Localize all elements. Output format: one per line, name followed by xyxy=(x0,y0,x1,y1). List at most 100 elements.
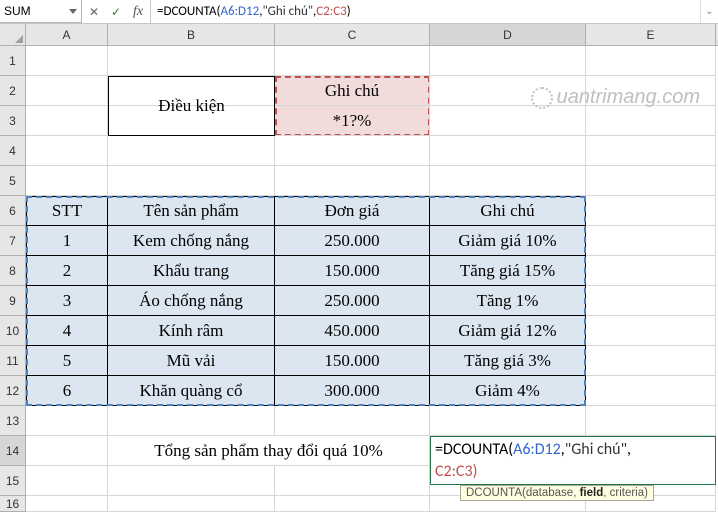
cell[interactable] xyxy=(108,136,275,166)
row-header[interactable]: 4 xyxy=(0,136,25,166)
cell[interactable] xyxy=(26,496,108,512)
table-cell[interactable]: Khẩu trang xyxy=(108,256,275,286)
table-header[interactable]: STT xyxy=(26,196,108,226)
table-cell[interactable]: 250.000 xyxy=(275,226,430,256)
cancel-icon[interactable]: ✕ xyxy=(86,4,102,20)
table-cell[interactable]: 450.000 xyxy=(275,316,430,346)
cell[interactable] xyxy=(586,346,716,376)
cell[interactable] xyxy=(430,106,586,136)
expand-formula-bar-icon[interactable]: ⌄ xyxy=(700,0,718,23)
cell[interactable] xyxy=(26,106,108,136)
cell[interactable] xyxy=(586,166,716,196)
cell[interactable] xyxy=(26,166,108,196)
criteria-header-cell[interactable]: Ghi chú xyxy=(275,76,430,106)
table-cell[interactable]: Kính râm xyxy=(108,316,275,346)
cell[interactable] xyxy=(586,76,716,106)
table-cell[interactable]: 250.000 xyxy=(275,286,430,316)
cell[interactable] xyxy=(275,466,430,496)
table-cell[interactable]: 1 xyxy=(26,226,108,256)
cells-area[interactable]: uantrimang.com Ghi chú *1?% STT xyxy=(26,46,718,512)
table-cell[interactable]: 150.000 xyxy=(275,346,430,376)
table-cell[interactable]: Tăng 1% xyxy=(430,286,586,316)
table-cell[interactable]: 2 xyxy=(26,256,108,286)
table-cell[interactable]: Mũ vải xyxy=(108,346,275,376)
cell[interactable] xyxy=(108,496,275,512)
cell[interactable] xyxy=(26,436,108,466)
cell[interactable] xyxy=(108,166,275,196)
row-header[interactable]: 16 xyxy=(0,496,25,512)
cell[interactable] xyxy=(586,316,716,346)
cell[interactable] xyxy=(26,406,108,436)
cell[interactable] xyxy=(108,46,275,76)
cell[interactable] xyxy=(586,196,716,226)
table-cell[interactable]: Tăng giá 3% xyxy=(430,346,586,376)
cell[interactable] xyxy=(108,466,275,496)
cell[interactable] xyxy=(430,166,586,196)
row-header[interactable]: 5 xyxy=(0,166,25,196)
column-header-b[interactable]: B xyxy=(108,24,275,45)
cell[interactable] xyxy=(586,106,716,136)
confirm-icon[interactable]: ✓ xyxy=(108,4,124,20)
cell[interactable] xyxy=(275,46,430,76)
row-header[interactable]: 7 xyxy=(0,226,25,256)
table-cell[interactable]: 6 xyxy=(26,376,108,406)
cell[interactable] xyxy=(275,496,430,512)
row-header[interactable]: 15 xyxy=(0,466,25,496)
table-cell[interactable]: Giảm giá 10% xyxy=(430,226,586,256)
criteria-pattern-cell[interactable]: *1?% xyxy=(275,106,430,136)
cell[interactable] xyxy=(586,286,716,316)
row-header[interactable]: 3 xyxy=(0,106,25,136)
row-header[interactable]: 8 xyxy=(0,256,25,286)
cell[interactable] xyxy=(26,466,108,496)
table-cell[interactable]: Giảm giá 12% xyxy=(430,316,586,346)
table-cell[interactable]: Áo chống nắng xyxy=(108,286,275,316)
cell[interactable] xyxy=(586,256,716,286)
row-header[interactable]: 2 xyxy=(0,76,25,106)
fx-icon[interactable]: fx xyxy=(130,4,146,20)
column-header-d[interactable]: D xyxy=(430,24,586,45)
table-cell[interactable]: 5 xyxy=(26,346,108,376)
column-header-c[interactable]: C xyxy=(275,24,430,45)
table-cell[interactable]: Khăn quàng cổ xyxy=(108,376,275,406)
row-header[interactable]: 10 xyxy=(0,316,25,346)
row-header[interactable]: 14 xyxy=(0,436,25,466)
row-header[interactable]: 11 xyxy=(0,346,25,376)
cell[interactable] xyxy=(586,46,716,76)
cell[interactable] xyxy=(26,76,108,106)
row-header[interactable]: 6 xyxy=(0,196,25,226)
table-cell[interactable]: Kem chống nắng xyxy=(108,226,275,256)
row-header[interactable]: 12 xyxy=(0,376,25,406)
cell[interactable] xyxy=(586,136,716,166)
row-header[interactable]: 13 xyxy=(0,406,25,436)
column-header-e[interactable]: E xyxy=(586,24,716,45)
formula-input[interactable]: =DCOUNTA(A6:D12,"Ghi chú",C2:C3) xyxy=(151,0,700,23)
table-cell[interactable]: Tăng giá 15% xyxy=(430,256,586,286)
cell[interactable] xyxy=(430,406,586,436)
table-cell[interactable]: 300.000 xyxy=(275,376,430,406)
cell[interactable] xyxy=(275,166,430,196)
cell[interactable] xyxy=(586,376,716,406)
table-header[interactable]: Đơn giá xyxy=(275,196,430,226)
cell[interactable] xyxy=(430,136,586,166)
row-header[interactable]: 9 xyxy=(0,286,25,316)
table-cell[interactable]: 4 xyxy=(26,316,108,346)
cell[interactable] xyxy=(586,406,716,436)
name-box[interactable]: SUM xyxy=(0,0,82,23)
select-all-corner[interactable] xyxy=(0,24,26,45)
table-cell[interactable]: 3 xyxy=(26,286,108,316)
cell[interactable] xyxy=(275,136,430,166)
cell[interactable] xyxy=(430,46,586,76)
cell[interactable] xyxy=(586,226,716,256)
cell[interactable] xyxy=(26,136,108,166)
row-header[interactable]: 1 xyxy=(0,46,25,76)
chevron-down-icon[interactable] xyxy=(69,9,77,14)
active-cell-editor[interactable]: =DCOUNTA(A6:D12,"Ghi chú",C2:C3) xyxy=(430,436,716,485)
cell[interactable] xyxy=(108,406,275,436)
table-header[interactable]: Tên sản phẩm xyxy=(108,196,275,226)
cell[interactable] xyxy=(26,46,108,76)
table-cell[interactable]: Giảm 4% xyxy=(430,376,586,406)
cell[interactable] xyxy=(430,76,586,106)
table-header[interactable]: Ghi chú xyxy=(430,196,586,226)
cell[interactable] xyxy=(275,406,430,436)
table-cell[interactable]: 150.000 xyxy=(275,256,430,286)
